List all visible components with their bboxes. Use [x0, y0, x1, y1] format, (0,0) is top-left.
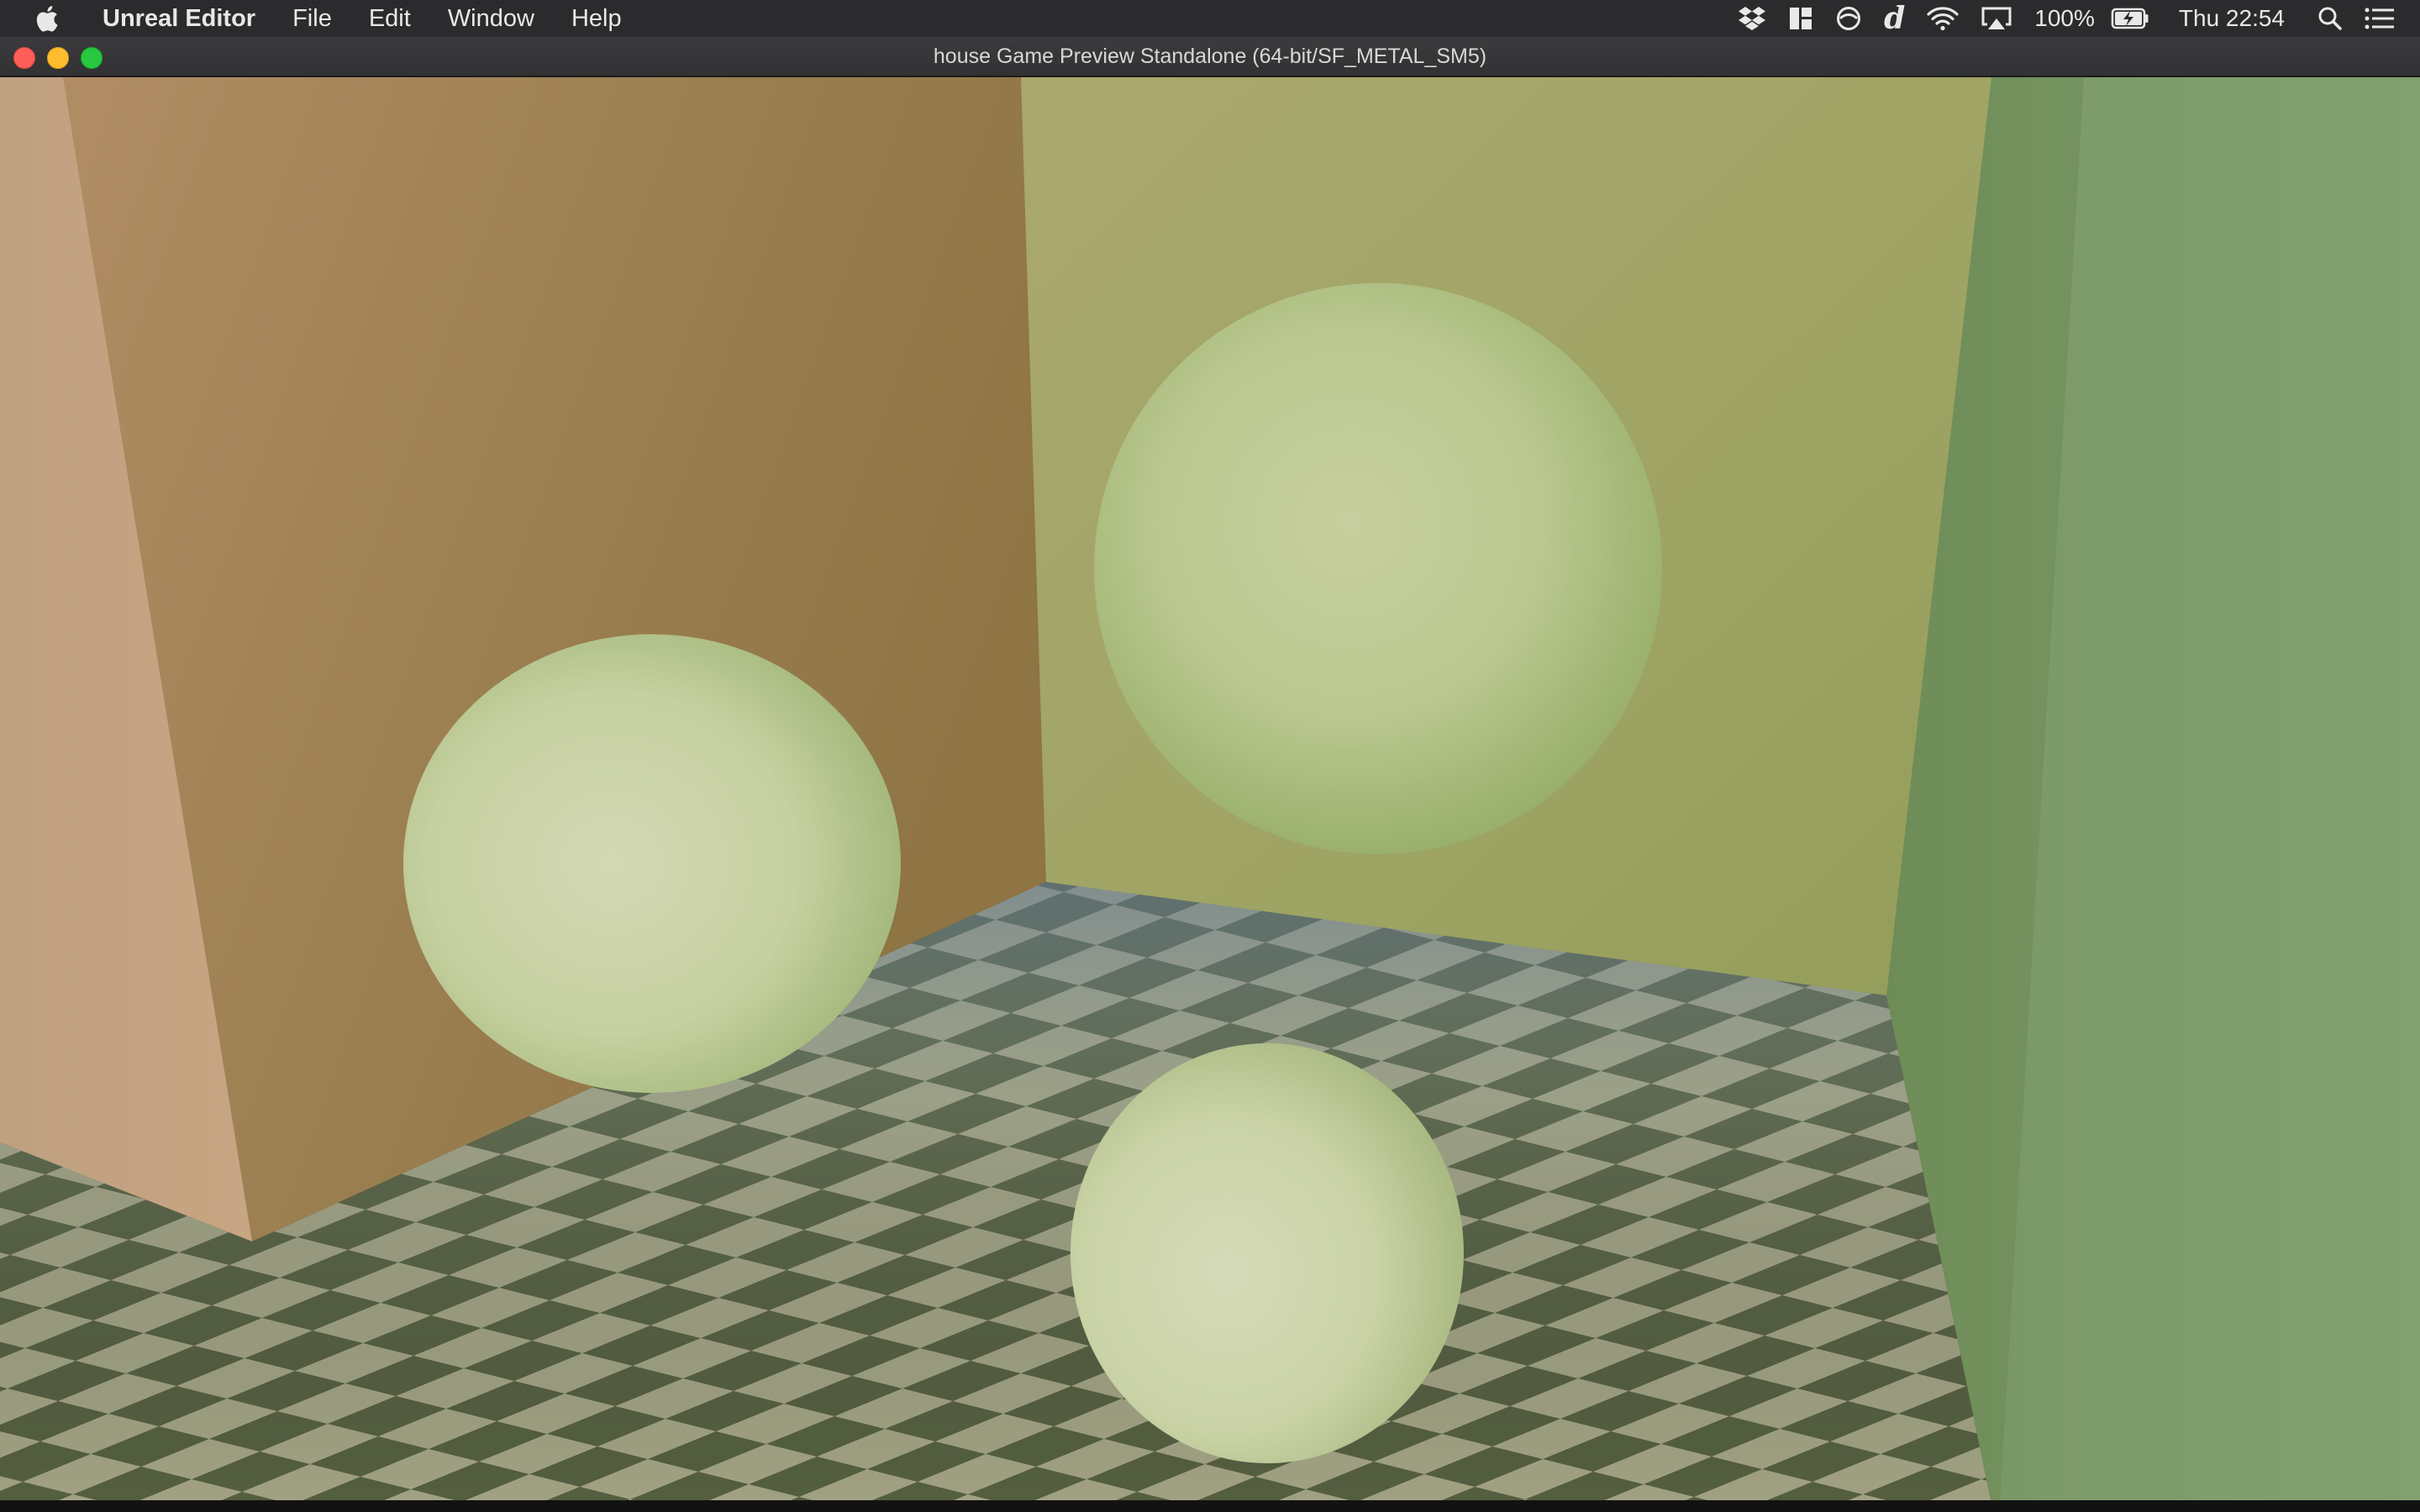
apple-icon[interactable]	[32, 4, 60, 33]
window-title: house Game Preview Standalone (64-bit/SF…	[933, 45, 1487, 68]
airplay-icon[interactable]	[1970, 0, 2023, 37]
sphere-front	[1071, 1043, 1464, 1463]
menu-edit[interactable]: Edit	[350, 0, 429, 37]
sphere-left	[403, 634, 901, 1093]
menu-help[interactable]: Help	[553, 0, 640, 37]
battery-percent: 100%	[2034, 5, 2095, 31]
sync-icon[interactable]	[1824, 0, 1873, 37]
clock[interactable]: Thu 22:54	[2160, 0, 2307, 37]
window-bottom-edge	[0, 1500, 2420, 1512]
layout-icon[interactable]	[1777, 0, 1824, 37]
d-app-icon[interactable]: d	[1873, 0, 1916, 37]
search-icon[interactable]	[2307, 0, 2354, 37]
d-app-glyph: d	[1884, 1, 1906, 36]
dropbox-icon[interactable]	[1727, 0, 1777, 37]
menu-file[interactable]: File	[274, 0, 350, 37]
scene-render	[0, 77, 2420, 1504]
menu-bar: Unreal Editor File Edit Window Help d 10…	[0, 0, 2420, 37]
menu-app-name[interactable]: Unreal Editor	[92, 0, 274, 37]
battery-icon[interactable]	[2100, 0, 2160, 37]
menu-window[interactable]: Window	[429, 0, 553, 37]
wifi-icon[interactable]	[1916, 0, 1970, 37]
sphere-back	[1094, 283, 1662, 854]
window-titlebar[interactable]: house Game Preview Standalone (64-bit/SF…	[0, 37, 2420, 77]
game-viewport[interactable]	[0, 77, 2420, 1512]
list-icon[interactable]	[2354, 0, 2420, 37]
